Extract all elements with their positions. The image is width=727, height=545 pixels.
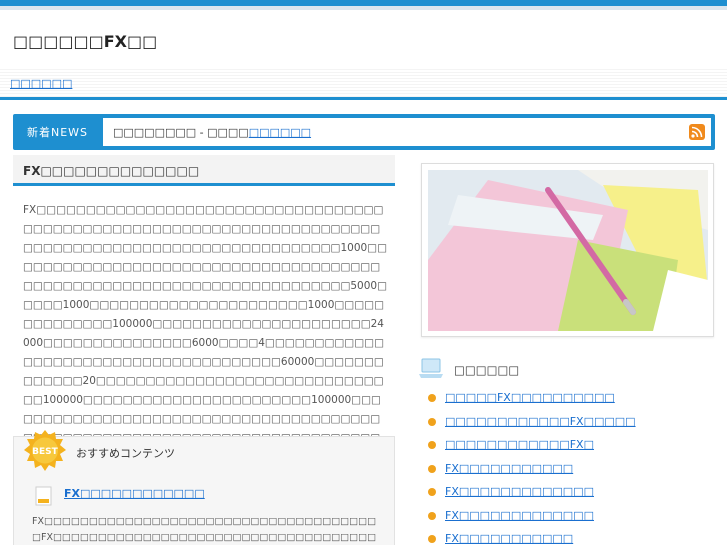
sidebar-heading: □□□□□□ (418, 355, 714, 385)
top-accent-shadow (0, 6, 727, 10)
document-icon (35, 486, 52, 506)
news-text-prefix: □□□□□□□□ - □□□□ (113, 126, 249, 139)
best-badge-text: BEST (32, 447, 58, 457)
bullet-icon (428, 488, 436, 496)
sidebar-item: FX□□□□□□□□□□□ (428, 531, 714, 545)
sidebar-item: □□□□□□□□□□□□FX□ (428, 437, 714, 461)
sidebar-item-link[interactable]: □□□□□□□□□□□□FX□□□□□ (445, 415, 636, 428)
news-text: □□□□□□□□ - □□□□□□□□□□ (113, 126, 311, 139)
best-badge-icon: BEST (24, 430, 66, 471)
bullet-icon (428, 394, 436, 402)
sidebar-item-link[interactable]: FX□□□□□□□□□□□ (445, 462, 573, 475)
sidebar-item-link[interactable]: FX□□□□□□□□□□□ (445, 532, 573, 545)
nav-bar: □□□□□□ (0, 68, 727, 100)
sidebar-item-link[interactable]: FX□□□□□□□□□□□□□ (445, 509, 594, 522)
news-link[interactable]: □□□□□□ (249, 126, 311, 139)
site-title[interactable]: □□□□□□FX□□ (13, 32, 157, 51)
sidebar-item: □□□□□□□□□□□□FX□□□□□ (428, 414, 714, 438)
news-label: 新着NEWS (27, 126, 89, 139)
sidebar-item: FX□□□□□□□□□□□□□ (428, 508, 714, 532)
bullet-icon (428, 441, 436, 449)
sidebar-item: □□□□□FX□□□□□□□□□□ (428, 390, 714, 414)
news-bar: 新着NEWS □□□□□□□□ - □□□□□□□□□□ (13, 114, 715, 150)
recommended-item-link[interactable]: FX□□□□□□□□□□□□ (64, 487, 205, 500)
sidebar-item-link[interactable]: □□□□□FX□□□□□□□□□□ (445, 391, 615, 404)
recommended-contents: BEST おすすめコンテンツ FX□□□□□□□□□□□□ FX□□□□□□□□… (13, 430, 395, 545)
sidebar-heading-text: □□□□□□ (454, 363, 520, 377)
laptop-icon (419, 358, 443, 378)
bullet-icon (428, 511, 436, 520)
news-ticker: □□□□□□□□ - □□□□□□□□□□ (103, 118, 711, 146)
article-title: FX□□□□□□□□□□□□□□ (23, 164, 200, 178)
nav-home-link[interactable]: □□□□□□ (10, 77, 72, 90)
article-body: FX□□□□□□□□□□□□□□□□□□□□□□□□□□□□□□□□□□□□□□… (23, 204, 388, 463)
sidebar-item: FX□□□□□□□□□□□□□ (428, 484, 714, 508)
sidebar-item-link[interactable]: □□□□□□□□□□□□FX□ (445, 438, 594, 451)
bullet-icon (428, 464, 436, 473)
recommended-item-desc: FX□□□□□□□□□□□□□□□□□□□□□□□□□□□□□□□□□□□□□□… (32, 516, 377, 543)
article-heading: FX□□□□□□□□□□□□□□ (13, 155, 395, 186)
rss-icon[interactable] (689, 124, 705, 140)
bullet-icon (428, 535, 436, 543)
sidebar-photo (421, 163, 714, 337)
notebook-pen-photo (428, 170, 708, 331)
sidebar-item-link[interactable]: FX□□□□□□□□□□□□□ (445, 485, 594, 498)
sidebar-list: □□□□□FX□□□□□□□□□□ □□□□□□□□□□□□FX□□□□□ □□… (428, 390, 714, 545)
bullet-icon (428, 417, 436, 426)
recommended-title: おすすめコンテンツ (76, 447, 175, 460)
sidebar-item: FX□□□□□□□□□□□ (428, 461, 714, 485)
